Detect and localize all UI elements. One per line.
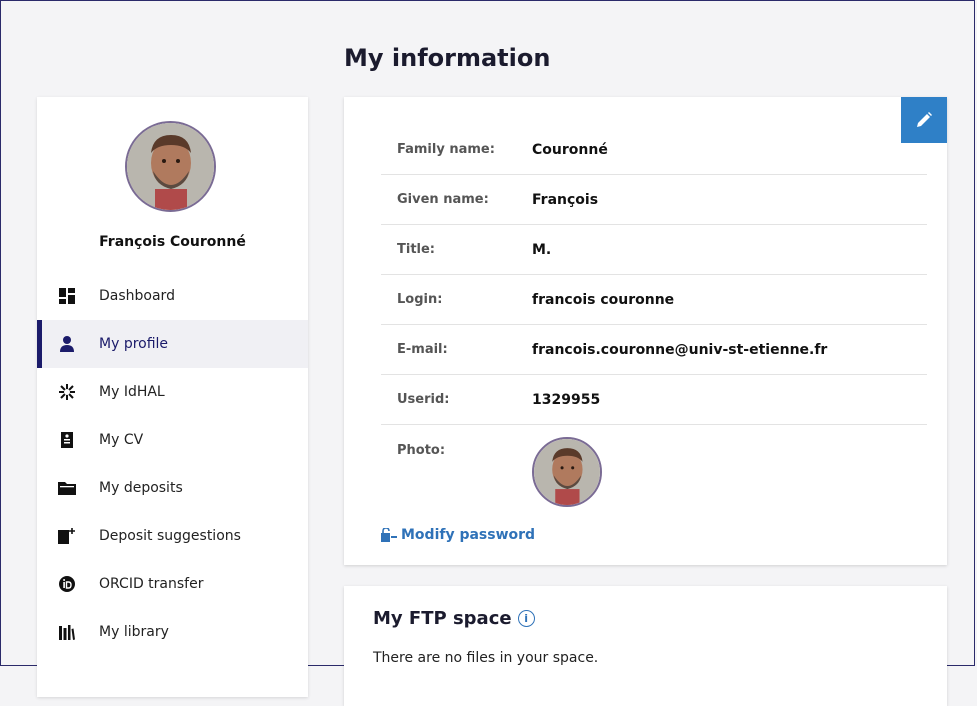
field-value: M.: [532, 241, 552, 258]
profile-row-given-name: Given name: François: [381, 175, 927, 225]
field-label: Family name:: [397, 142, 495, 157]
deposit-suggestion-icon: [58, 527, 76, 545]
modify-password-link[interactable]: Modify password: [381, 527, 535, 543]
sidebar-item-label: My deposits: [99, 480, 183, 496]
sidebar-user-name: François Couronné: [99, 234, 246, 250]
sidebar: François Couronné Dashboard My profile M…: [37, 97, 308, 697]
sidebar-item-my-cv[interactable]: My CV: [37, 416, 308, 464]
avatar-photo: [127, 123, 214, 210]
field-label: Title:: [397, 242, 436, 257]
dashboard-icon: [58, 287, 76, 305]
modify-password-label: Modify password: [401, 527, 536, 543]
profile-fields: Family name: Couronné Given name: Franço…: [381, 125, 927, 521]
sidebar-item-my-profile[interactable]: My profile: [37, 320, 308, 368]
person-icon: [58, 335, 76, 353]
field-value: Couronné: [532, 141, 608, 158]
sidebar-item-my-deposits[interactable]: My deposits: [37, 464, 308, 512]
field-label: E-mail:: [397, 342, 448, 357]
profile-row-photo: Photo:: [381, 425, 927, 521]
field-label: Photo:: [397, 443, 446, 458]
sidebar-item-label: My library: [99, 624, 169, 640]
sidebar-item-label: My profile: [99, 336, 169, 352]
lock-icon: [381, 528, 397, 542]
ftp-empty-message: There are no files in your space.: [373, 650, 599, 666]
ftp-card: My FTP space i There are no files in you…: [344, 586, 947, 706]
sidebar-item-my-library[interactable]: My library: [37, 608, 308, 656]
field-label: Given name:: [397, 192, 489, 207]
field-value: François: [532, 191, 599, 208]
field-value: 1329955: [532, 391, 601, 408]
idhal-icon: [58, 383, 76, 401]
ftp-title-text: My FTP space: [373, 608, 512, 629]
profile-row-userid: Userid: 1329955: [381, 375, 927, 425]
sidebar-item-dashboard[interactable]: Dashboard: [37, 272, 308, 320]
page-title: My information: [344, 44, 551, 72]
field-label: Userid:: [397, 392, 450, 407]
profile-photo: [532, 437, 602, 507]
avatar: [125, 121, 216, 212]
sidebar-nav: Dashboard My profile My IdHAL My CV My d…: [37, 272, 308, 656]
sidebar-item-deposit-suggestions[interactable]: Deposit suggestions: [37, 512, 308, 560]
profile-row-email: E-mail: francois.couronne@univ-st-etienn…: [381, 325, 927, 375]
sidebar-item-orcid-transfer[interactable]: ORCID transfer: [37, 560, 308, 608]
profile-row-family-name: Family name: Couronné: [381, 125, 927, 175]
profile-card: Family name: Couronné Given name: Franço…: [344, 97, 947, 565]
ftp-title: My FTP space i: [373, 608, 535, 629]
avatar-photo: [534, 439, 600, 505]
library-icon: [58, 623, 76, 641]
sidebar-item-label: Dashboard: [99, 288, 175, 304]
field-value: francois couronne: [532, 291, 675, 308]
sidebar-item-label: My IdHAL: [99, 384, 165, 400]
sidebar-item-label: ORCID transfer: [99, 576, 204, 592]
sidebar-item-my-idhal[interactable]: My IdHAL: [37, 368, 308, 416]
sidebar-item-label: Deposit suggestions: [99, 528, 241, 544]
profile-row-title: Title: M.: [381, 225, 927, 275]
field-value: francois.couronne@univ-st-etienne.fr: [532, 341, 828, 358]
info-icon[interactable]: i: [517, 610, 535, 627]
cv-icon: [58, 431, 76, 449]
orcid-icon: [58, 575, 76, 593]
profile-row-login: Login: francois couronne: [381, 275, 927, 325]
folder-icon: [58, 479, 76, 497]
sidebar-item-label: My CV: [99, 432, 144, 448]
field-label: Login:: [397, 292, 443, 307]
